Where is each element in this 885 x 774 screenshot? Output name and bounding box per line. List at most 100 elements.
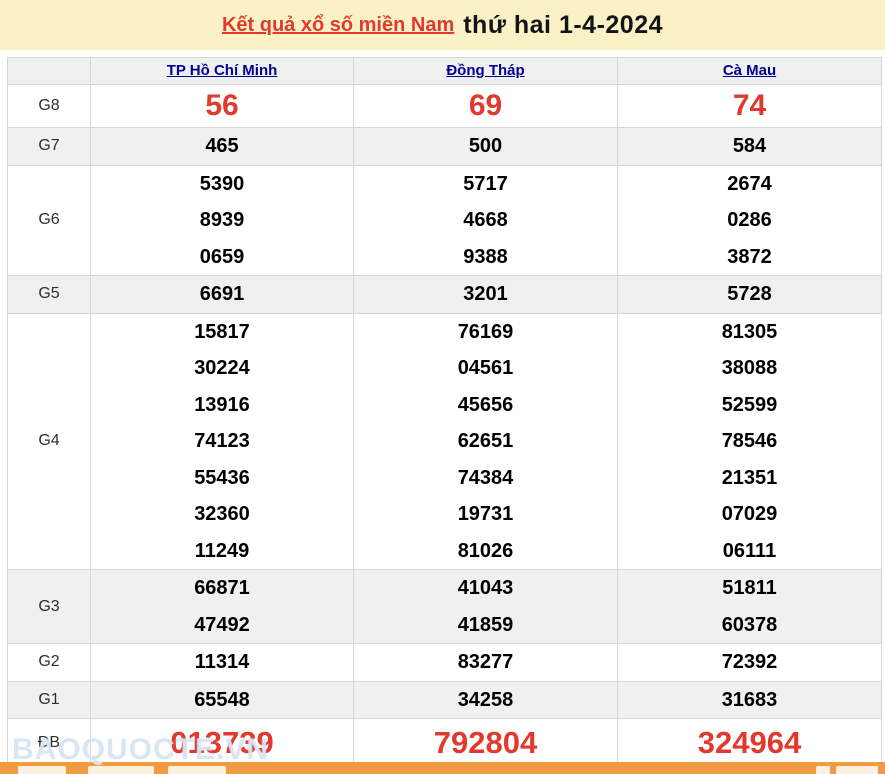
result-cell: 267402863872 (618, 165, 882, 276)
footer-bar (0, 762, 885, 774)
title-date: thứ hai 1-4-2024 (463, 11, 663, 40)
result-cell: 6691 (91, 276, 354, 314)
result-number: 21351 (618, 460, 881, 497)
prize-row-g3: G3668714749241043418595181160378 (8, 570, 882, 644)
result-cell: 65548 (91, 681, 354, 719)
page-header: Kết quả xổ số miền Nam thứ hai 1-4-2024 (0, 0, 885, 50)
result-number: 83277 (354, 644, 617, 681)
title-link[interactable]: Kết quả xổ số miền Nam (222, 14, 454, 37)
prize-row-g5: G5669132015728 (8, 276, 882, 314)
result-number: 38088 (618, 350, 881, 387)
prize-row-g4: G415817302241391674123554363236011249761… (8, 313, 882, 570)
result-cell: 69 (354, 85, 618, 128)
result-cell: 11314 (91, 644, 354, 682)
result-cell: 31683 (618, 681, 882, 719)
result-number: 74 (618, 85, 881, 127)
result-number: 465 (91, 128, 353, 165)
result-cell: 5181160378 (618, 570, 882, 644)
results-body: G8566974G7465500584G65390893906595717466… (8, 85, 882, 768)
prize-label: G2 (8, 644, 91, 682)
result-number: 3872 (618, 239, 881, 276)
result-number: 11249 (91, 533, 353, 570)
result-number: 0659 (91, 239, 353, 276)
corner-cell (8, 58, 91, 85)
result-number: 52599 (618, 387, 881, 424)
result-number: 9388 (354, 239, 617, 276)
result-cell: 465 (91, 128, 354, 166)
prize-row-g1: G1655483425831683 (8, 681, 882, 719)
column-header: Đồng Tháp (354, 58, 618, 85)
prize-label: G7 (8, 128, 91, 166)
result-number: 47492 (91, 607, 353, 644)
result-cell: 34258 (354, 681, 618, 719)
result-number: 06111 (618, 533, 881, 570)
result-number: 04561 (354, 350, 617, 387)
result-number: 31683 (618, 682, 881, 719)
result-number: 51811 (618, 570, 881, 607)
prize-label: G5 (8, 276, 91, 314)
prize-label: ĐB (8, 719, 91, 768)
result-number: 60378 (618, 607, 881, 644)
result-number: 74123 (91, 423, 353, 460)
result-cell: 76169045614565662651743841973181026 (354, 313, 618, 570)
prize-row-g7: G7465500584 (8, 128, 882, 166)
result-number: 15817 (91, 314, 353, 351)
result-number: 4668 (354, 202, 617, 239)
result-number: 81305 (618, 314, 881, 351)
result-cell: 500 (354, 128, 618, 166)
result-cell: 81305380885259978546213510702906111 (618, 313, 882, 570)
result-cell: 6687147492 (91, 570, 354, 644)
result-cell: 83277 (354, 644, 618, 682)
result-number: 55436 (91, 460, 353, 497)
result-number: 69 (354, 85, 617, 127)
result-cell: 56 (91, 85, 354, 128)
footer-clipped-icon (816, 766, 830, 774)
result-number: 07029 (618, 496, 881, 533)
result-cell: 5728 (618, 276, 882, 314)
result-cell: 3201 (354, 276, 618, 314)
result-cell: 013739 (91, 719, 354, 768)
result-number: 30224 (91, 350, 353, 387)
result-number: 62651 (354, 423, 617, 460)
result-number: 0286 (618, 202, 881, 239)
result-number: 45656 (354, 387, 617, 424)
result-number: 13916 (91, 387, 353, 424)
result-number: 72392 (618, 644, 881, 681)
province-link-2[interactable]: Đồng Tháp (446, 62, 524, 79)
result-cell: 4104341859 (354, 570, 618, 644)
prize-label: G8 (8, 85, 91, 128)
column-header: Cà Mau (618, 58, 882, 85)
result-cell: 15817302241391674123554363236011249 (91, 313, 354, 570)
result-number: 5717 (354, 166, 617, 203)
prize-row-g8: G8566974 (8, 85, 882, 128)
prize-row-g6: G6539089390659571746689388267402863872 (8, 165, 882, 276)
footer-clipped-text (88, 766, 154, 774)
results-table: TP Hồ Chí MinhĐồng ThápCà Mau G8566974G7… (7, 57, 882, 768)
result-number: 34258 (354, 682, 617, 719)
result-cell: 324964 (618, 719, 882, 768)
prize-label: G4 (8, 313, 91, 570)
result-number: 500 (354, 128, 617, 165)
prize-label: G6 (8, 165, 91, 276)
prize-row-g2: G2113148327772392 (8, 644, 882, 682)
result-number: 3201 (354, 276, 617, 313)
column-header: TP Hồ Chí Minh (91, 58, 354, 85)
result-cell: 539089390659 (91, 165, 354, 276)
column-header-row: TP Hồ Chí Minh Đồng Tháp Cà Mau (8, 58, 882, 85)
footer-clipped-text (836, 766, 878, 774)
province-link-3[interactable]: Cà Mau (723, 62, 776, 79)
result-number: 19731 (354, 496, 617, 533)
footer-clipped-text (168, 766, 226, 774)
province-link-1[interactable]: TP Hồ Chí Minh (167, 62, 278, 79)
result-cell: 792804 (354, 719, 618, 768)
result-number: 2674 (618, 166, 881, 203)
result-number: 792804 (354, 719, 617, 767)
footer-clipped-text (18, 766, 66, 774)
result-number: 5728 (618, 276, 881, 313)
result-cell: 584 (618, 128, 882, 166)
result-number: 78546 (618, 423, 881, 460)
result-number: 584 (618, 128, 881, 165)
result-number: 013739 (91, 719, 353, 767)
result-number: 81026 (354, 533, 617, 570)
result-cell: 571746689388 (354, 165, 618, 276)
